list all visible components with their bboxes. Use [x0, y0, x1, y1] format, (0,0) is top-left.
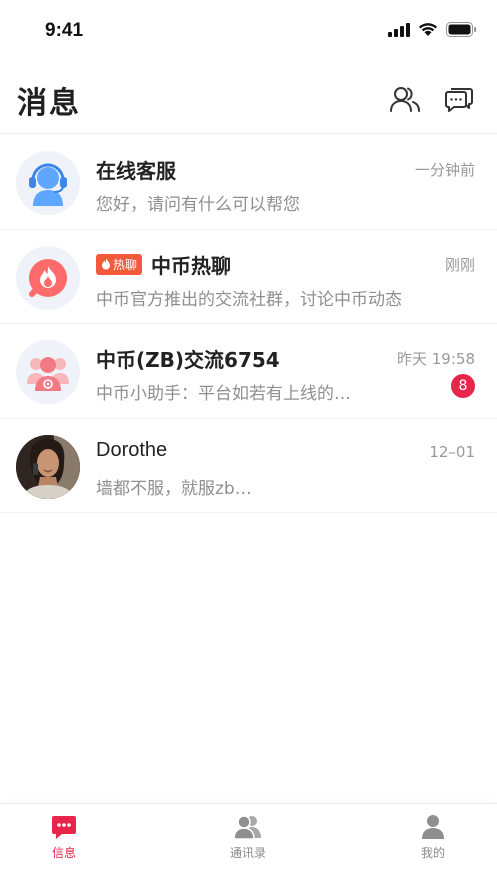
contacts-icon: [233, 815, 261, 840]
conversation-name: 中币热聊: [151, 253, 232, 278]
conversation-item[interactable]: 中币(ZB)交流6754 昨天 19:58 中币小助手：平台如若有上线的… 8: [0, 324, 497, 419]
tab-profile[interactable]: 我的: [393, 814, 473, 861]
conversation-name: 在线客服: [96, 159, 176, 183]
header: 消息: [0, 66, 497, 134]
chat-button[interactable]: [442, 82, 476, 116]
conversation-preview: 墙都不服，就服zb…: [96, 478, 252, 499]
fire-icon: [29, 258, 67, 297]
message-icon: [52, 816, 76, 839]
group-icon: [27, 357, 69, 391]
unread-badge: 8: [451, 374, 475, 398]
conversation-item[interactable]: 在线客服 一分钟前 您好，请问有什么可以帮您: [0, 135, 497, 230]
conversation-name-row: 在线客服: [96, 155, 176, 184]
tab-label: 我的: [420, 846, 445, 860]
conversation-name-row: 中币(ZB)交流6754: [96, 344, 280, 373]
status-time: 9:41: [45, 20, 84, 41]
page-title: 消息: [17, 86, 81, 121]
tab-messages[interactable]: 信息: [24, 814, 104, 861]
conversation-time: 昨天 19:58: [397, 350, 475, 368]
signal-icon: [388, 22, 410, 37]
conversation-time: 一分钟前: [414, 161, 475, 179]
conversation-item[interactable]: 热聊 中币热聊 刚刚 中币官方推出的交流社群，讨论中币动态: [0, 230, 497, 324]
tab-label: 信息: [51, 846, 76, 860]
status-bar: 9:41: [0, 0, 497, 60]
profile-icon: [422, 815, 444, 839]
conversation-time: 刚刚: [444, 255, 475, 274]
chat-icon: [445, 88, 473, 112]
avatar: [16, 340, 80, 404]
customer-service-icon: [29, 163, 67, 206]
conversation-name-row: Dorothe: [96, 439, 167, 462]
tab-contacts[interactable]: 通讯录: [208, 814, 288, 861]
avatar: [16, 245, 80, 310]
conversation-list: 在线客服 一分钟前 您好，请问有什么可以帮您 热聊 中币热聊 刚刚 中币官方推出…: [0, 135, 497, 513]
conversation-name: 中币(ZB)交流6754: [96, 348, 280, 372]
conversation-name: Dorothe: [96, 438, 168, 461]
conversation-time: 12–01: [429, 442, 475, 461]
conversation-preview: 中币小助手：平台如若有上线的…: [96, 384, 351, 404]
contacts-button[interactable]: [388, 82, 422, 116]
conversation-preview: 中币官方推出的交流社群，讨论中币动态: [96, 289, 402, 310]
hot-tag: 热聊: [96, 253, 143, 275]
avatar: [16, 434, 80, 499]
tab-bar: 信息 通讯录 我的: [0, 803, 497, 883]
tab-label: 通讯录: [229, 846, 266, 860]
battery-icon: [446, 22, 477, 37]
conversation-preview: 您好，请问有什么可以帮您: [96, 195, 300, 215]
status-icons: [388, 22, 477, 37]
conversation-name-row: 热聊 中币热聊: [96, 250, 231, 279]
users-icon: [390, 87, 420, 112]
user-photo: [16, 434, 80, 499]
conversation-item[interactable]: Dorothe 12–01 墙都不服，就服zb…: [0, 419, 497, 513]
hot-tag-label: 热聊: [113, 257, 138, 272]
flame-icon: [102, 258, 110, 270]
avatar: [16, 151, 80, 215]
wifi-icon: [419, 23, 437, 36]
